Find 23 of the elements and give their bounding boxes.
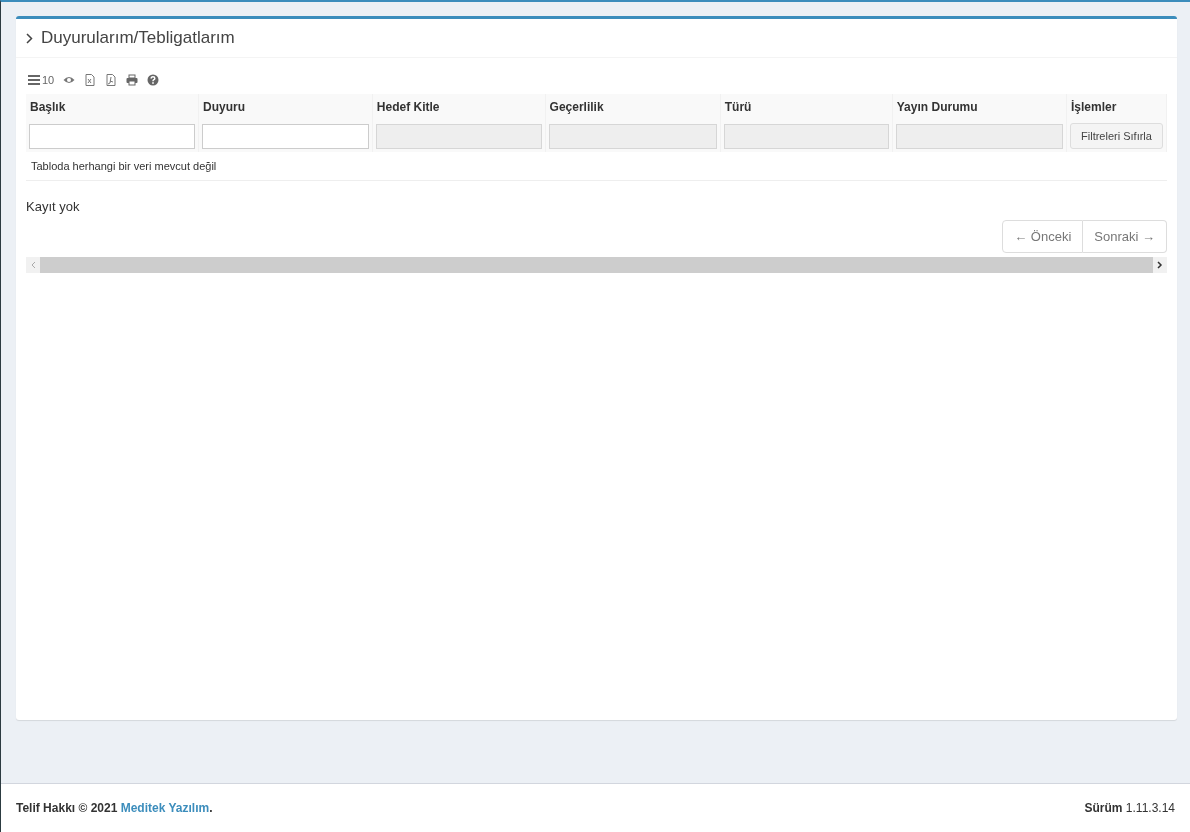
column-header[interactable]: Yayın Durumu — [892, 94, 1067, 120]
copyright-text: Telif Hakkı © 2021 Meditek Yazılım. — [16, 801, 213, 815]
column-header[interactable]: Türü — [720, 94, 893, 120]
column-header[interactable]: Duyuru — [198, 94, 373, 120]
filter-field[interactable] — [29, 123, 195, 149]
scrollbar-thumb[interactable] — [40, 257, 1153, 273]
empty-table-message: Tabloda herhangi bir veri mevcut değil — [26, 152, 1167, 181]
help-icon[interactable] — [147, 74, 160, 86]
record-info: Kayıt yok — [26, 198, 81, 216]
column-header[interactable]: Hedef Kitle — [372, 94, 546, 120]
filter-field[interactable] — [202, 123, 369, 149]
column-header[interactable]: Geçerlilik — [545, 94, 721, 120]
excel-file-icon[interactable] — [84, 74, 97, 86]
version-text: Sürüm 1.11.3.14 — [1084, 801, 1175, 815]
pdf-file-icon[interactable] — [105, 74, 118, 86]
column-header[interactable]: Başlık — [26, 94, 199, 120]
chevron-icon — [26, 32, 33, 44]
page-length-button[interactable]: 10 — [28, 74, 55, 86]
eye-icon[interactable] — [63, 74, 76, 86]
reset-filters-button[interactable]: Filtreleri Sıfırla — [1070, 123, 1163, 149]
column-header[interactable]: İşlemler — [1066, 94, 1167, 120]
print-icon[interactable] — [126, 74, 139, 86]
panel-title: Duyurularım/Tebligatlarım — [41, 28, 235, 48]
